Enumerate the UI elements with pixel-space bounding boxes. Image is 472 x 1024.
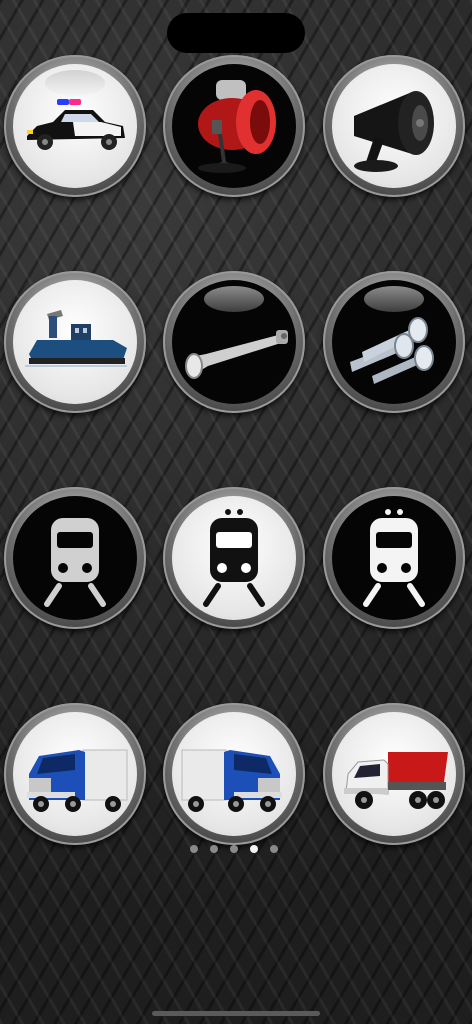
home-indicator[interactable] (152, 1011, 320, 1016)
red-siren-icon (198, 80, 276, 173)
triple-air-horn-icon (350, 317, 434, 384)
train-horn-1-button[interactable] (4, 487, 146, 629)
semi-truck-icon (27, 749, 128, 812)
train-icon (203, 509, 265, 607)
megaphone-icon (354, 91, 434, 172)
train-horn-3-button[interactable] (323, 487, 465, 629)
air-horn-icon (185, 330, 288, 379)
tugboat-horn-button[interactable] (4, 271, 146, 413)
dump-truck-horn-button[interactable] (323, 703, 465, 845)
red-horn-siren-button[interactable] (163, 55, 305, 197)
semi-truck-icon (181, 749, 282, 812)
sound-button-grid (0, 0, 472, 1024)
train-horn-2-button[interactable] (163, 487, 305, 629)
police-car-icon (27, 99, 125, 150)
police-car-siren-button[interactable] (4, 55, 146, 197)
page-dot-3[interactable] (230, 845, 238, 853)
megaphone-speaker-button[interactable] (323, 55, 465, 197)
train-icon (44, 518, 106, 607)
page-indicator[interactable] (190, 845, 282, 855)
semi-truck-horn-1-button[interactable] (4, 703, 146, 845)
page-dot-1[interactable] (190, 845, 198, 853)
page-dot-2[interactable] (210, 845, 218, 853)
dump-truck-icon (344, 752, 448, 809)
page-dot-4[interactable] (250, 845, 258, 853)
single-air-horn-button[interactable] (163, 271, 305, 413)
triple-air-horn-button[interactable] (323, 271, 465, 413)
page-dot-5[interactable] (270, 845, 278, 853)
tugboat-icon (25, 310, 127, 367)
semi-truck-horn-2-button[interactable] (163, 703, 305, 845)
train-icon (363, 509, 425, 607)
